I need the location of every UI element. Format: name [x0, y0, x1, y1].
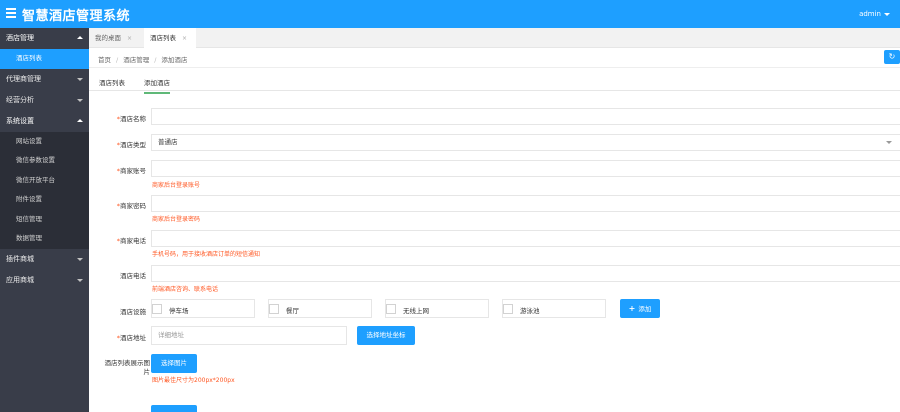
add-facility-button[interactable]: + 添加: [620, 299, 660, 318]
sidebar-item-wechat-open[interactable]: 微信开放平台: [0, 170, 89, 190]
sidebar-item-wechat-params[interactable]: 微信参数设置: [0, 151, 89, 171]
top-header: 智慧酒店管理系统 admin: [0, 0, 900, 28]
merchant-password-hint: 商家后台登录密码: [152, 216, 201, 223]
hotel-name-label: *酒店名称: [116, 115, 146, 123]
sidebar-item-attachment[interactable]: 附件设置: [0, 190, 89, 210]
refresh-button[interactable]: ↻: [884, 50, 900, 64]
tab-add-hotel[interactable]: 添加酒店: [144, 77, 170, 94]
select-coordinates-button[interactable]: 选择地址坐标: [357, 326, 415, 345]
refresh-icon: ↻: [888, 52, 896, 61]
checkbox-icon: [386, 304, 396, 314]
page-tabs: 我的桌面 × 酒店列表 ×: [89, 28, 900, 48]
chevron-down-icon: [77, 278, 83, 282]
chevron-up-icon: [77, 36, 83, 39]
breadcrumb-hotel-manage[interactable]: 酒店管理: [123, 56, 149, 64]
chevron-down-icon: [77, 77, 83, 81]
user-menu[interactable]: admin: [859, 10, 890, 18]
sidebar-item-hotel-list[interactable]: 酒店列表: [0, 49, 89, 69]
sidebar-group-settings[interactable]: 系统设置: [0, 111, 89, 132]
sidebar-group-analysis[interactable]: 经营分析: [0, 90, 89, 111]
facility-checkbox-parking[interactable]: 停车场: [151, 299, 255, 318]
checkbox-icon: [269, 304, 279, 314]
menu-toggle-icon[interactable]: [6, 8, 16, 19]
sidebar-item-data[interactable]: 数据管理: [0, 229, 89, 249]
checkbox-icon: [503, 304, 513, 314]
chevron-down-icon: [77, 98, 83, 102]
merchant-account-label: *商家账号: [116, 167, 146, 175]
sidebar-item-sms[interactable]: 短信管理: [0, 209, 89, 229]
merchant-phone-hint: 手机号码，用于接收酒店订单的短信通知: [152, 251, 261, 258]
hotel-tel-input[interactable]: [151, 265, 900, 282]
tab-hotel-list[interactable]: 酒店列表 ×: [144, 28, 196, 48]
hotel-type-select[interactable]: 普通店: [151, 134, 900, 151]
merchant-phone-input[interactable]: [151, 230, 900, 247]
select-image-button-2[interactable]: [151, 405, 197, 412]
app-title: 智慧酒店管理系统: [22, 9, 131, 24]
user-name: admin: [859, 10, 881, 18]
facilities-label: 酒店设施: [120, 308, 146, 316]
plus-icon: +: [628, 304, 636, 313]
breadcrumb: 首页 / 酒店管理 / 添加酒店: [98, 56, 188, 64]
close-icon[interactable]: ×: [182, 35, 187, 42]
select-image-button[interactable]: 选择图片: [151, 354, 197, 373]
address-input[interactable]: 详细地址: [151, 326, 347, 345]
breadcrumb-home[interactable]: 首页: [98, 56, 111, 64]
merchant-account-hint: 商家后台登录账号: [152, 182, 201, 189]
hotel-type-label: *酒店类型: [116, 141, 146, 149]
facility-checkbox-pool[interactable]: 游泳池: [502, 299, 606, 318]
sidebar-group-apps[interactable]: 应用商城: [0, 270, 89, 291]
sidebar-group-plugins[interactable]: 插件商城: [0, 249, 89, 270]
sidebar-group-agent[interactable]: 代理商管理: [0, 69, 89, 90]
breadcrumb-current: 添加酒店: [161, 56, 188, 64]
chevron-down-icon: [884, 12, 890, 16]
tab-hotel-list-inner[interactable]: 酒店列表: [99, 77, 125, 87]
sidebar-group-hotel[interactable]: 酒店管理: [0, 28, 89, 49]
hotel-tel-hint: 前端酒店咨询、联系电话: [152, 286, 219, 293]
breadcrumb-bar: 首页 / 酒店管理 / 添加酒店 ↻: [89, 48, 900, 68]
merchant-phone-label: *商家电话: [116, 237, 146, 245]
chevron-up-icon: [77, 118, 83, 122]
chevron-down-icon: [886, 141, 892, 144]
facility-checkbox-restaurant[interactable]: 餐厅: [268, 299, 372, 318]
inner-tabs: 酒店列表 添加酒店: [89, 69, 900, 94]
merchant-password-label: *商家密码: [116, 202, 146, 210]
merchant-password-input[interactable]: [151, 195, 900, 212]
tab-desktop[interactable]: 我的桌面 ×: [89, 28, 144, 48]
address-label: *酒店地址: [116, 334, 146, 342]
cover-image-hint: 图片最佳尺寸为200px*200px: [152, 377, 235, 384]
cover-image-label: 酒店列表展示图片: [104, 359, 151, 376]
hotel-tel-label: 酒店电话: [120, 272, 146, 280]
merchant-account-input[interactable]: [151, 160, 900, 177]
sidebar: 酒店管理 酒店列表 代理商管理 经营分析 系统设置 网站设置 微信参数设置 微信…: [0, 28, 89, 412]
checkbox-icon: [152, 304, 162, 314]
chevron-down-icon: [77, 257, 83, 261]
sidebar-item-site-settings[interactable]: 网站设置: [0, 131, 89, 151]
hotel-name-input[interactable]: [151, 108, 900, 125]
close-icon[interactable]: ×: [127, 35, 132, 42]
facility-checkbox-wifi[interactable]: 无线上网: [385, 299, 489, 318]
